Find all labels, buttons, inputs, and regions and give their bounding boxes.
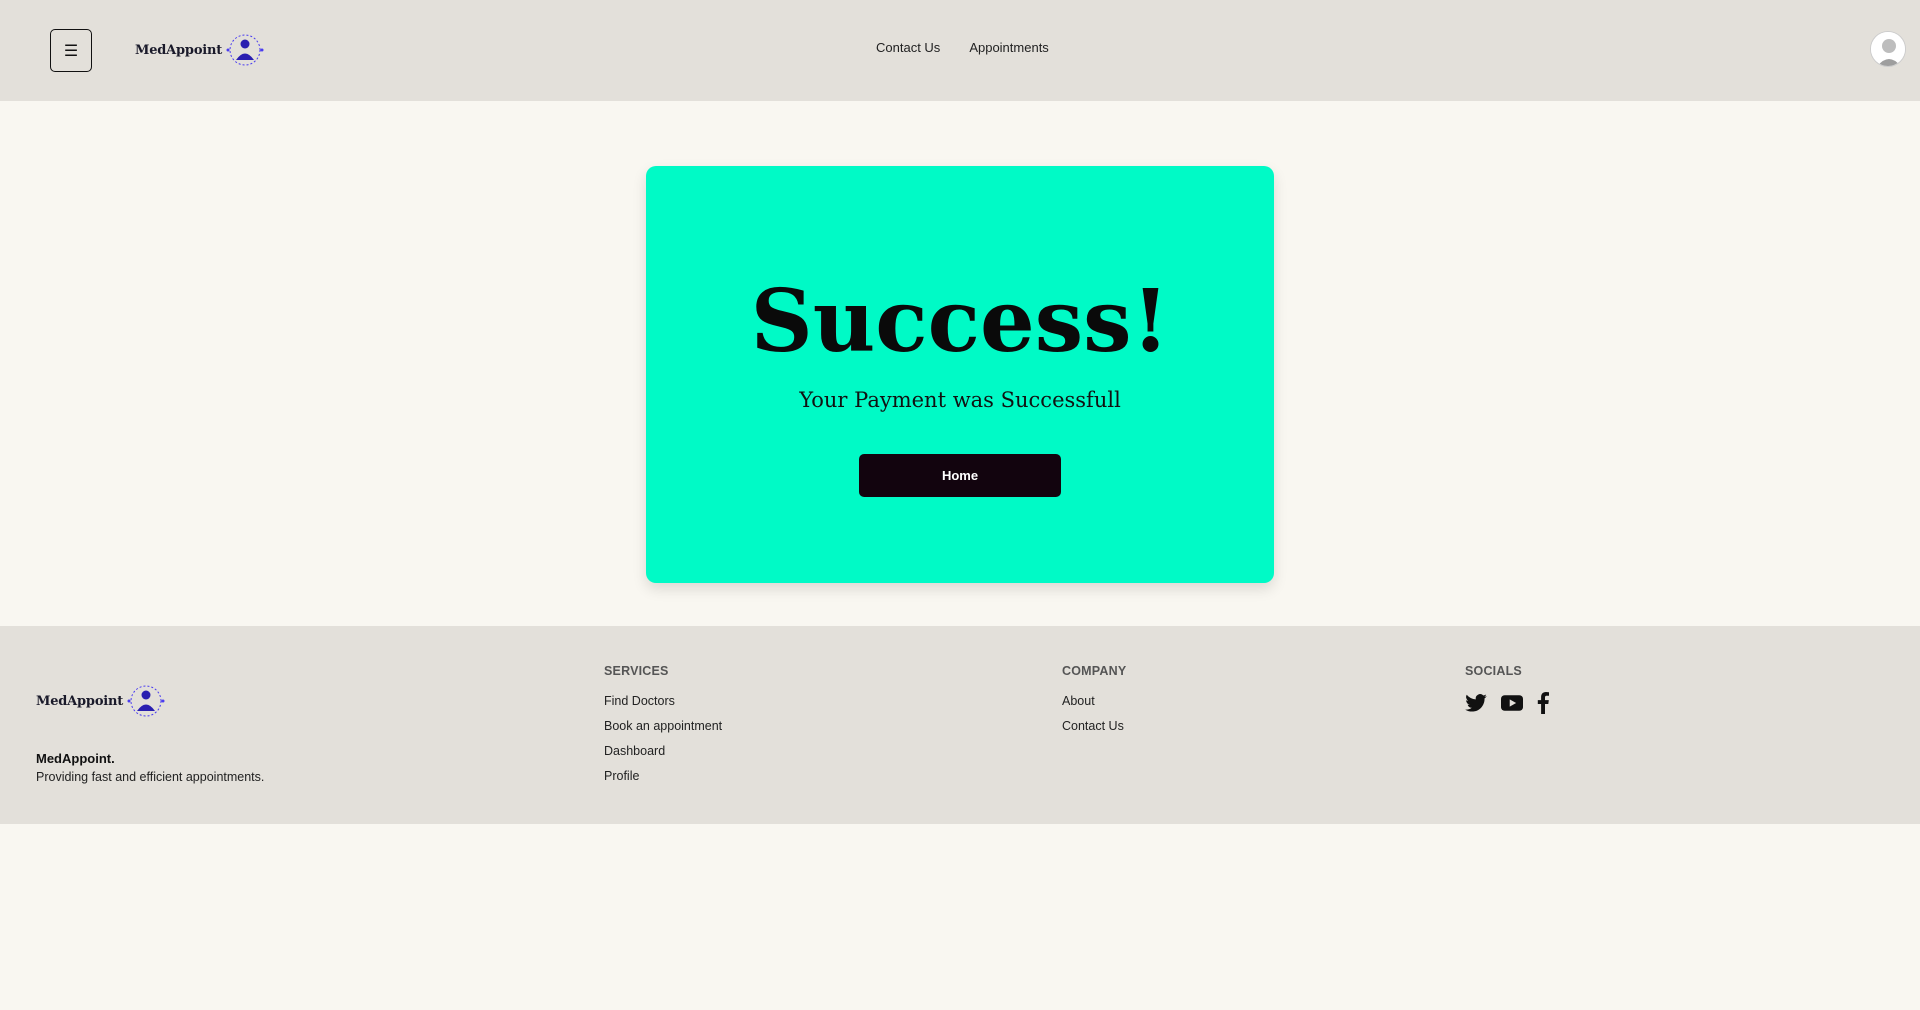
header-logo[interactable]: MedAppoint: [135, 27, 268, 73]
footer-link-profile[interactable]: Profile: [604, 769, 722, 784]
user-avatar-icon: [1871, 32, 1905, 66]
facebook-icon[interactable]: [1537, 692, 1549, 714]
footer-brand-name: MedAppoint.: [36, 751, 115, 766]
doctor-logo-icon: [127, 685, 165, 717]
footer-link-contact-us[interactable]: Contact Us: [1062, 719, 1126, 734]
footer-link-dashboard[interactable]: Dashboard: [604, 744, 722, 759]
footer-logo-text: MedAppoint: [36, 693, 124, 709]
hamburger-icon: ☰: [63, 42, 79, 60]
nav-contact-us[interactable]: Contact Us: [876, 40, 940, 55]
social-icons: [1465, 692, 1549, 714]
socials-heading: SOCIALS: [1465, 664, 1522, 678]
footer-link-book-appointment[interactable]: Book an appointment: [604, 719, 722, 734]
footer-tagline: Providing fast and efficient appointment…: [36, 770, 265, 784]
home-button[interactable]: Home: [859, 454, 1061, 497]
footer-company: COMPANY About Contact Us: [1062, 664, 1126, 744]
menu-button[interactable]: ☰: [50, 29, 92, 72]
footer-link-find-doctors[interactable]: Find Doctors: [604, 694, 722, 709]
logo-text: MedAppoint: [135, 42, 223, 58]
site-footer: [0, 626, 1920, 824]
doctor-logo-icon: [226, 34, 264, 66]
footer-socials: SOCIALS: [1465, 664, 1549, 714]
company-heading: COMPANY: [1062, 664, 1127, 678]
twitter-icon[interactable]: [1465, 694, 1487, 712]
footer-services: SERVICES Find Doctors Book an appointmen…: [604, 664, 722, 794]
success-card: [646, 166, 1274, 583]
footer-link-about[interactable]: About: [1062, 694, 1126, 709]
site-header: ☰ MedAppoint Contact Us Appointments: [0, 0, 1920, 101]
services-heading: SERVICES: [604, 664, 669, 678]
user-avatar[interactable]: [1870, 31, 1906, 67]
nav-appointments[interactable]: Appointments: [969, 40, 1049, 55]
success-subtitle: Your Payment was Successfull: [799, 388, 1121, 412]
footer-logo[interactable]: MedAppoint: [36, 678, 169, 724]
success-title: Success!: [750, 271, 1170, 372]
youtube-icon[interactable]: [1501, 695, 1523, 711]
main-nav: Contact Us Appointments: [876, 40, 1049, 55]
